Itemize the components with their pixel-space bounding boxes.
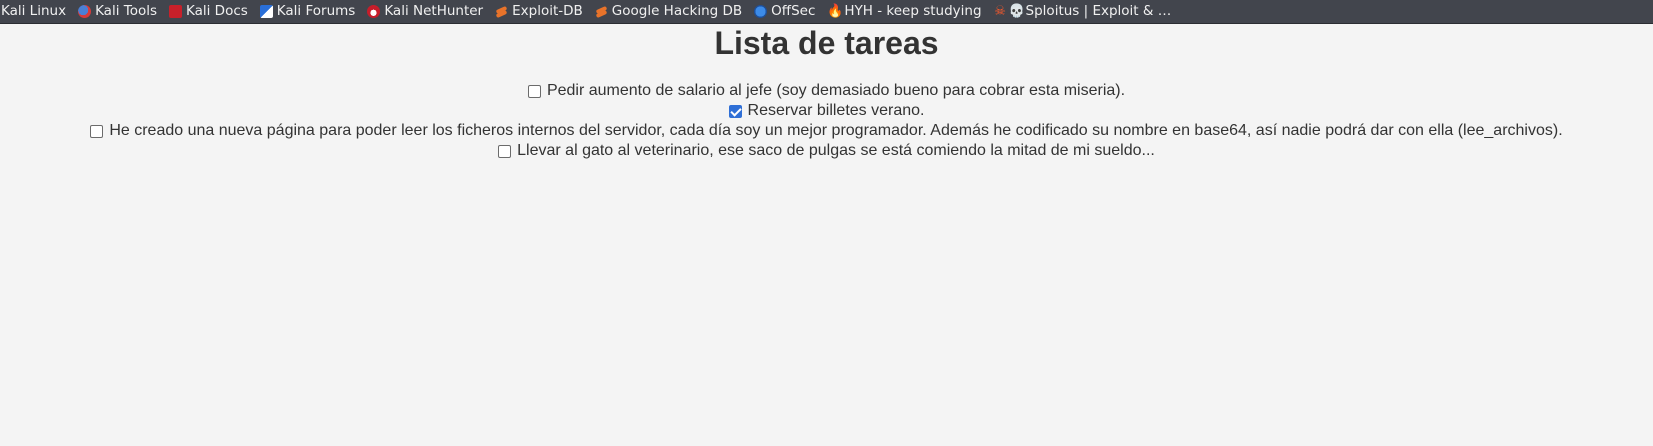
- bookmarks-toolbar: Kali Linux Kali Tools Kali Docs Kali For…: [0, 0, 1653, 24]
- kali-nethunter-icon: [367, 5, 381, 18]
- kali-docs-icon: [169, 5, 182, 18]
- bookmark-label: Kali NetHunter: [384, 3, 484, 19]
- bookmark-google-hacking-db[interactable]: Google Hacking DB: [595, 0, 742, 23]
- bookmark-hyh[interactable]: 🔥 HYH - keep studying: [827, 0, 981, 23]
- bookmark-label: HYH - keep studying: [844, 3, 982, 19]
- exploit-db-icon: [495, 5, 508, 18]
- task-list: Pedir aumento de salario al jefe (soy de…: [0, 81, 1653, 161]
- bookmark-kali-forums[interactable]: Kali Forums: [259, 0, 356, 23]
- kali-tools-icon: [78, 5, 92, 18]
- kali-forums-icon: [259, 5, 273, 18]
- exploit-db-icon: [595, 5, 608, 18]
- task-item: He creado una nueva página para poder le…: [0, 121, 1653, 141]
- task-item: Llevar al gato al veterinario, ese saco …: [0, 141, 1653, 161]
- bookmark-label: OffSec: [771, 3, 816, 19]
- bookmark-kali-tools[interactable]: Kali Tools: [78, 0, 157, 23]
- bookmark-kali-linux[interactable]: Kali Linux: [1, 0, 66, 23]
- skull-icon: 💀: [1008, 4, 1025, 19]
- bookmark-sploitus[interactable]: ☠ 💀 Sploitus | Exploit & …: [994, 0, 1172, 23]
- task-checkbox[interactable]: [498, 144, 512, 158]
- task-item: Reservar billetes verano.: [0, 101, 1653, 121]
- bookmark-exploit-db[interactable]: Exploit-DB: [495, 0, 583, 23]
- task-label: Pedir aumento de salario al jefe (soy de…: [546, 82, 1126, 99]
- task-item: Pedir aumento de salario al jefe (soy de…: [0, 81, 1653, 101]
- bookmark-label: Kali Docs: [186, 3, 248, 19]
- skull-icon: ☠: [994, 4, 1006, 19]
- main-content: Lista de tareas Pedir aumento de salario…: [0, 24, 1653, 161]
- bookmark-label: Kali Linux: [1, 3, 67, 19]
- offsec-icon: [754, 5, 768, 18]
- bookmark-kali-nethunter[interactable]: Kali NetHunter: [367, 0, 483, 23]
- bookmark-label: Google Hacking DB: [611, 3, 743, 19]
- bookmark-label: Exploit-DB: [512, 3, 583, 19]
- bookmark-label: Kali Tools: [95, 3, 157, 19]
- task-label: Reservar billetes verano.: [747, 102, 925, 119]
- page-title: Lista de tareas: [714, 25, 939, 61]
- task-checkbox[interactable]: [90, 124, 104, 138]
- task-checkbox[interactable]: [728, 104, 742, 118]
- fire-icon: 🔥: [827, 4, 844, 19]
- task-checkbox[interactable]: [527, 84, 541, 98]
- bookmark-label: Sploitus | Exploit & …: [1025, 3, 1172, 19]
- bookmark-kali-docs[interactable]: Kali Docs: [169, 0, 248, 23]
- task-label: Llevar al gato al veterinario, ese saco …: [517, 142, 1155, 159]
- bookmark-label: Kali Forums: [276, 3, 356, 19]
- bookmark-offsec[interactable]: OffSec: [754, 0, 815, 23]
- task-label: He creado una nueva página para poder le…: [109, 122, 1563, 139]
